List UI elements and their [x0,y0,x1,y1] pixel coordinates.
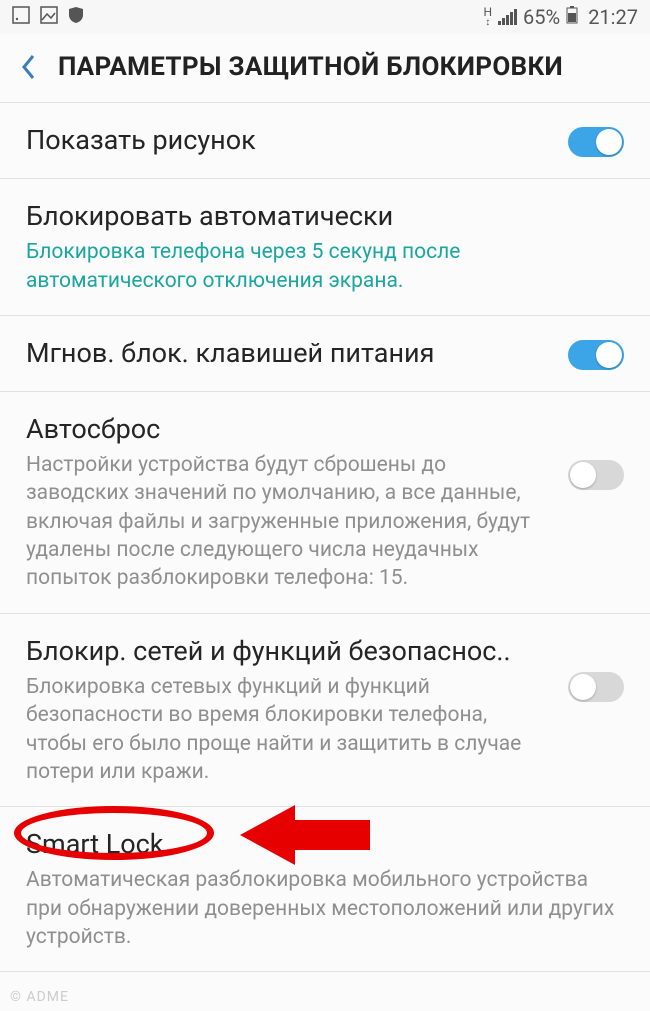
row-title: Блокировать автоматически [26,199,624,234]
row-title: Блокир. сетей и функций безопаснос.. [26,634,550,669]
signal-icon [498,9,517,25]
row-body: Показать рисунок [26,123,550,158]
row-auto-lock[interactable]: Блокировать автоматически Блокировка тел… [0,179,650,315]
back-button[interactable] [20,53,36,81]
row-instant-lock[interactable]: Мгнов. блок. клавишей питания [0,316,650,391]
page-title: ПАРАМЕТРЫ ЗАЩИТНОЙ БЛОКИРОВКИ [58,52,563,82]
row-auto-reset[interactable]: Автосброс Настройки устройства будут сбр… [0,392,650,613]
battery-pct: 65% [523,5,560,29]
row-desc: Настройки устройства будут сброшены до з… [26,451,550,593]
header: ПАРАМЕТРЫ ЗАЩИТНОЙ БЛОКИРОВКИ [0,34,650,102]
row-desc: Блокировка телефона через 5 секунд после… [26,238,624,295]
divider [0,971,650,972]
row-body: Блокировать автоматически Блокировка тел… [26,199,624,295]
row-body: Smart Lock Автоматическая разблокировка … [26,827,624,951]
image-icon [40,5,58,29]
clock: 21:27 [588,5,638,29]
status-right: H ↕ 65% 21:27 [483,5,638,29]
toggle-show-pattern[interactable] [568,127,624,157]
row-body: Блокир. сетей и функций безопаснос.. Бло… [26,634,550,786]
notif-icon [12,5,30,29]
row-title: Smart Lock [26,827,624,862]
row-smart-lock[interactable]: Smart Lock Автоматическая разблокировка … [0,807,650,971]
row-body: Автосброс Настройки устройства будут сбр… [26,412,550,593]
row-title: Автосброс [26,412,550,447]
row-show-pattern[interactable]: Показать рисунок [0,103,650,178]
toggle-net-lock[interactable] [568,672,624,702]
status-left [12,5,84,29]
toggle-instant-lock[interactable] [568,340,624,370]
row-net-lock[interactable]: Блокир. сетей и функций безопаснос.. Бло… [0,614,650,806]
row-desc: Блокировка сетевых функций и функций без… [26,673,550,786]
row-desc: Автоматическая разблокировка мобильного … [26,866,624,951]
row-title: Показать рисунок [26,123,550,158]
status-bar: H ↕ 65% 21:27 [0,0,650,34]
battery-icon [566,5,578,29]
shield-icon [68,5,84,29]
watermark: © ADME [10,989,69,1005]
network-type: H ↕ [483,6,492,28]
row-title: Мгнов. блок. клавишей питания [26,336,550,371]
row-body: Мгнов. блок. клавишей питания [26,336,550,371]
toggle-auto-reset[interactable] [568,460,624,490]
settings-list: Показать рисунок Блокировать автоматичес… [0,103,650,972]
